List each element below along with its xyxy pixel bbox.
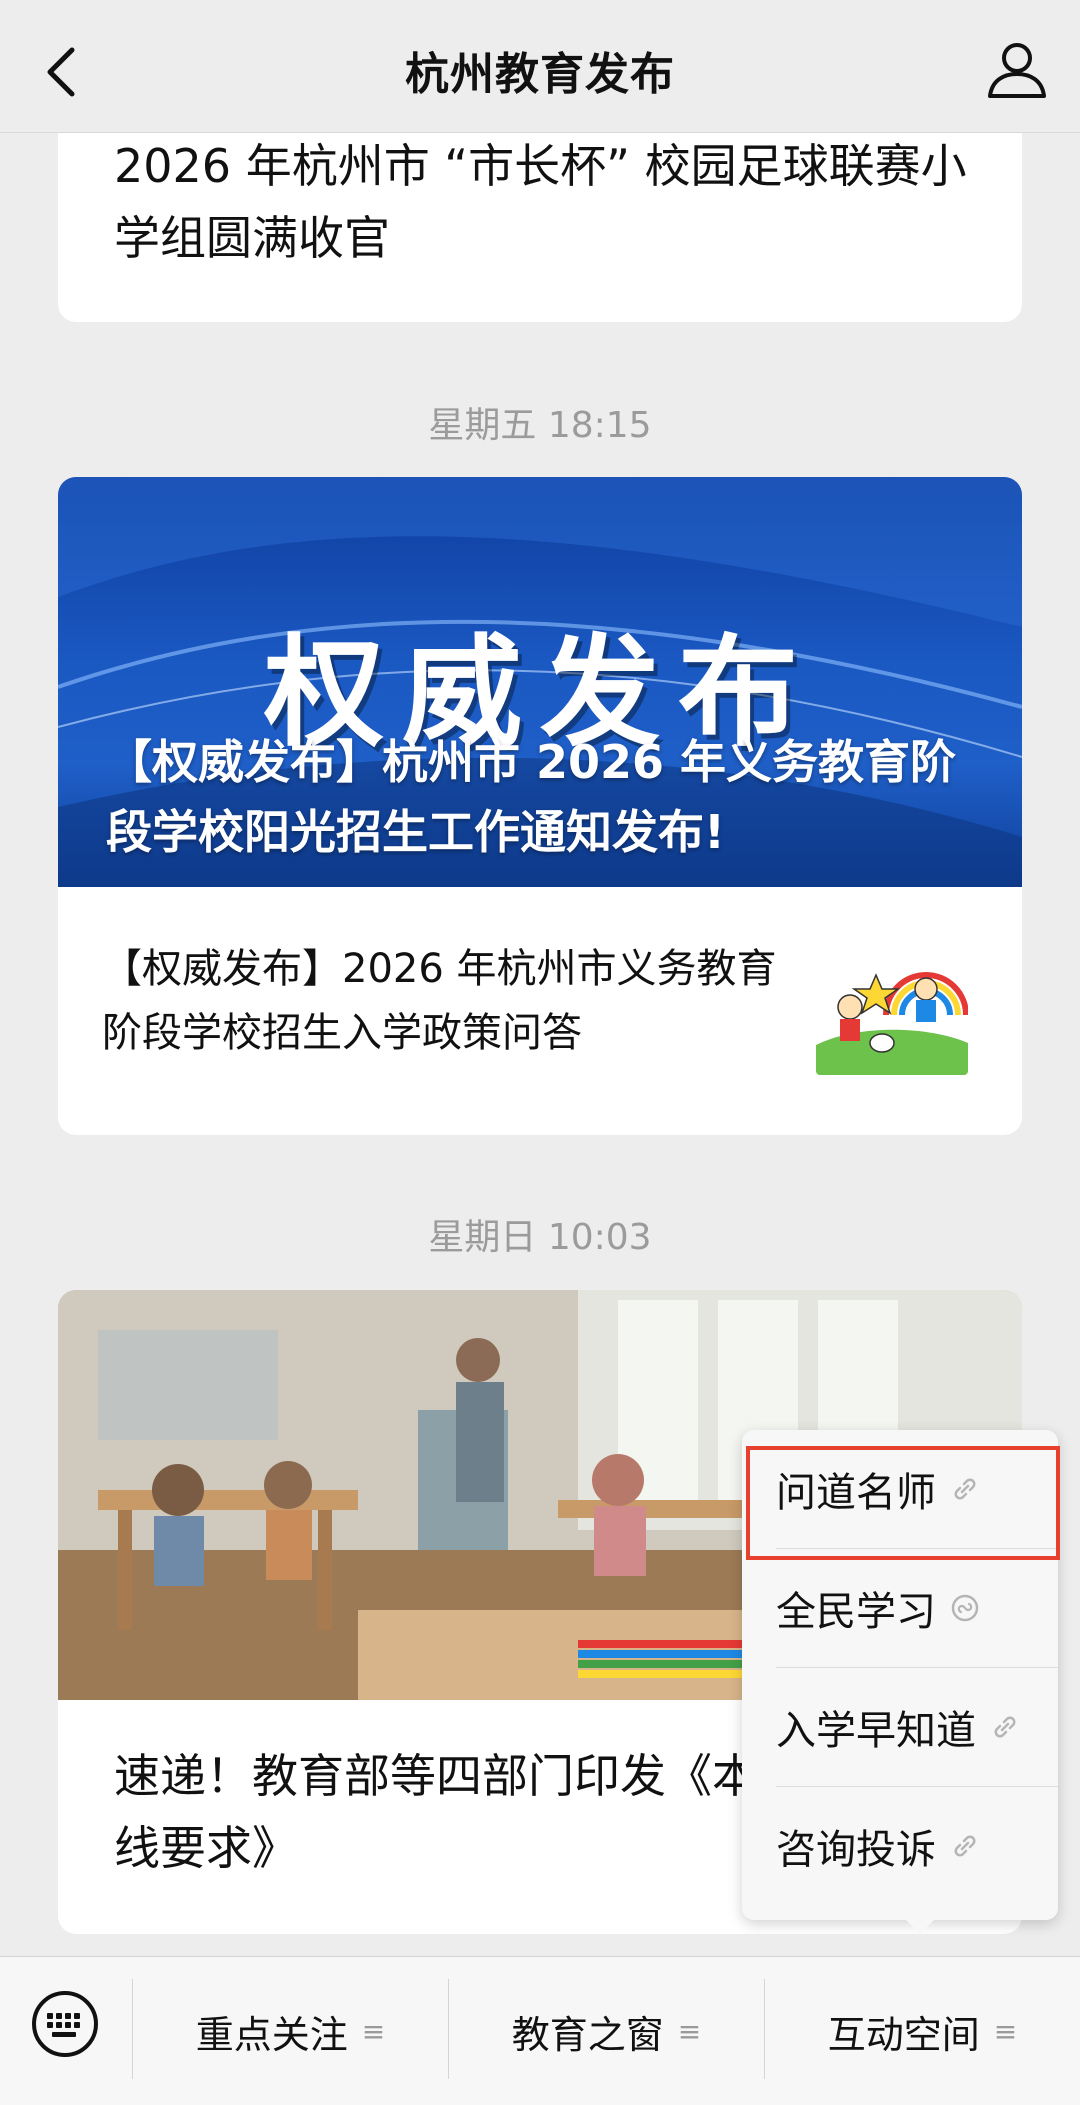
article-card-football[interactable]: 2026 年杭州市 “市长杯” 校园足球联赛小学组圆满收官 — [58, 100, 1022, 322]
article-card-enrollment[interactable]: 权威发布 【权威发布】杭州市 2026 年义务教育阶段学校阳光招生工作通知发布!… — [58, 477, 1022, 1135]
timestamp: 星期五 18:15 — [428, 405, 652, 446]
menu-item-label: 咨询投诉 — [776, 1827, 936, 1873]
popup-pointer — [904, 1918, 936, 1934]
timestamp: 星期日 10:03 — [428, 1217, 652, 1258]
mini-program-icon — [951, 1594, 979, 1622]
profile-button[interactable] — [984, 36, 1050, 102]
top-nav-bar: 杭州教育发布 — [0, 0, 1080, 133]
sub-article-title[interactable]: 【权威发布】2026 年杭州市义务教育阶段学校招生入学政策问答 — [102, 937, 782, 1065]
tab-education-window[interactable]: 教育之窗 ≡ — [449, 1957, 764, 2105]
menu-item-consult-complaint[interactable]: 咨询投诉 — [742, 1787, 1058, 1905]
tab-interactive-space[interactable]: 互动空间 ≡ — [765, 1957, 1080, 2105]
tab-label: 互动空间 — [827, 2012, 980, 2057]
banner-caption: 【权威发布】杭州市 2026 年义务教育阶段学校阳光招生工作通知发布! — [106, 735, 957, 859]
link-icon — [954, 1835, 976, 1857]
menu-lines-icon: ≡ — [993, 2014, 1018, 2048]
page-title: 杭州教育发布 — [405, 49, 675, 100]
kids-illustration-icon — [816, 955, 968, 1075]
banner-image[interactable]: 权威发布 【权威发布】杭州市 2026 年义务教育阶段学校阳光招生工作通知发布! — [58, 477, 1022, 887]
menu-item-lifelong-learning[interactable]: 全民学习 — [742, 1549, 1058, 1667]
article-title: 2026 年杭州市 “市长杯” 校园足球联赛小学组圆满收官 — [114, 139, 967, 265]
highlight-box — [746, 1446, 1060, 1560]
link-icon — [994, 1716, 1016, 1738]
tab-key-focus[interactable]: 重点关注 ≡ — [133, 1957, 448, 2105]
keyboard-toggle-button[interactable] — [30, 1989, 100, 2059]
menu-lines-icon: ≡ — [361, 2014, 386, 2048]
menu-item-label: 全民学习 — [776, 1589, 936, 1635]
person-icon — [988, 43, 1046, 98]
menu-item-enrollment-info[interactable]: 入学早知道 — [742, 1668, 1058, 1786]
tab-label: 重点关注 — [195, 2012, 348, 2057]
menu-item-label: 入学早知道 — [776, 1708, 976, 1754]
bottom-menu-bar: 重点关注 ≡ 教育之窗 ≡ 互动空间 ≡ — [0, 1956, 1080, 2105]
sub-article-thumbnail — [816, 955, 968, 1075]
keyboard-icon — [32, 1991, 98, 2057]
tab-label: 教育之窗 — [511, 2012, 664, 2057]
menu-lines-icon: ≡ — [677, 2014, 702, 2048]
